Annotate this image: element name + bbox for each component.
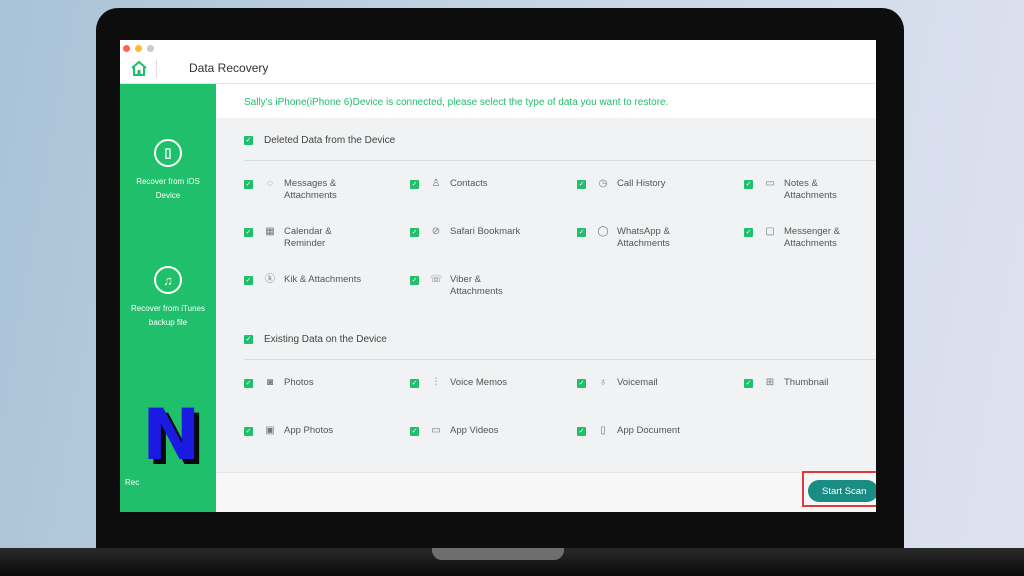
option-calendar[interactable]: ✓ ▦ Calendar & Reminder <box>244 226 354 250</box>
window-title: Data Recovery <box>189 61 269 75</box>
home-icon[interactable] <box>130 60 148 78</box>
option-label: Photos <box>284 377 314 388</box>
section-title: Existing Data on the Device <box>264 334 387 345</box>
phone-restore-icon: ▯ <box>154 139 182 167</box>
section-deleted-data[interactable]: ✓ Deleted Data from the Device <box>244 135 395 146</box>
option-checkbox[interactable]: ✓ <box>577 379 586 388</box>
section-checkbox[interactable]: ✓ <box>244 136 253 145</box>
whatsapp-icon: ◯ <box>597 226 609 237</box>
option-checkbox[interactable]: ✓ <box>244 427 253 436</box>
footer-bar <box>216 472 876 512</box>
option-notes[interactable]: ✓ ▭ Notes & Attachments <box>744 178 854 202</box>
main-content: Sally's iPhone(iPhone 6)Device is connec… <box>216 84 876 512</box>
option-checkbox[interactable]: ✓ <box>244 180 253 189</box>
option-messenger[interactable]: ✓ ▢ Messenger & Attachments <box>744 226 854 250</box>
option-label: Safari Bookmark <box>450 226 521 237</box>
option-label: Thumbnail <box>784 377 829 388</box>
laptop-notch <box>432 548 564 560</box>
option-photos[interactable]: ✓ ◙ Photos <box>244 377 354 389</box>
video-icon: ▭ <box>431 425 441 436</box>
overlay-logo: N <box>142 394 201 476</box>
option-label: Viber & Attachments <box>450 274 503 297</box>
option-checkbox[interactable]: ✓ <box>577 427 586 436</box>
option-label: Notes & Attachments <box>784 178 837 201</box>
option-label: Contacts <box>450 178 488 189</box>
document-icon: ▯ <box>600 425 606 436</box>
calendar-icon: ▦ <box>265 226 275 237</box>
section-divider <box>244 160 876 161</box>
section-title: Deleted Data from the Device <box>264 135 396 146</box>
close-window-button[interactable] <box>123 45 130 52</box>
contacts-icon: ♙ <box>431 178 441 189</box>
start-scan-button[interactable]: Start Scan <box>808 480 876 502</box>
option-checkbox[interactable]: ✓ <box>744 379 753 388</box>
section-checkbox[interactable]: ✓ <box>244 335 253 344</box>
option-label: Voicemail <box>617 377 658 388</box>
option-call-history[interactable]: ✓ ◷ Call History <box>577 178 687 190</box>
sidebar-item-recover-ios[interactable]: ▯ Recover from iOS Device <box>120 139 216 203</box>
viber-icon: ☏ <box>430 274 443 285</box>
message-icon: ◌ <box>267 178 273 189</box>
option-checkbox[interactable]: ✓ <box>410 228 419 237</box>
option-thumbnail[interactable]: ✓ ⊞ Thumbnail <box>744 377 854 389</box>
option-checkbox[interactable]: ✓ <box>744 180 753 189</box>
option-checkbox[interactable]: ✓ <box>244 228 253 237</box>
option-checkbox[interactable]: ✓ <box>410 379 419 388</box>
option-label: WhatsApp & Attachments <box>617 226 670 249</box>
option-checkbox[interactable]: ✓ <box>577 228 586 237</box>
option-checkbox[interactable]: ✓ <box>577 180 586 189</box>
option-label: App Document <box>617 425 680 436</box>
title-divider <box>156 60 157 78</box>
option-app-photos[interactable]: ✓ ▣ App Photos <box>244 425 354 437</box>
option-checkbox[interactable]: ✓ <box>410 180 419 189</box>
app-window: Data Recovery ▯ Recover from iOS Device … <box>120 40 876 512</box>
clock-icon: ◷ <box>598 178 608 189</box>
image-icon: ▣ <box>265 425 275 436</box>
option-kik[interactable]: ✓ ⓚ Kik & Attachments <box>244 274 374 286</box>
thumbnail-icon: ⊞ <box>765 377 775 388</box>
camera-icon: ◙ <box>266 377 274 388</box>
option-contacts[interactable]: ✓ ♙ Contacts <box>410 178 520 190</box>
option-label: Voice Memos <box>450 377 508 388</box>
option-label: Messenger & Attachments <box>784 226 840 249</box>
sidebar: ▯ Recover from iOS Device ♫ Recover from… <box>120 84 216 512</box>
sidebar-item-label: Recover from iOS Device <box>136 177 200 200</box>
option-checkbox[interactable]: ✓ <box>244 379 253 388</box>
option-label: Calendar & Reminder <box>284 226 332 249</box>
data-type-panel: ✓ Deleted Data from the Device ✓ ◌ Messa… <box>216 118 876 472</box>
compass-icon: ⊘ <box>431 226 441 237</box>
option-messages[interactable]: ✓ ◌ Messages & Attachments <box>244 178 354 202</box>
option-app-document[interactable]: ✓ ▯ App Document <box>577 425 707 437</box>
title-bar: Data Recovery <box>120 40 876 84</box>
option-checkbox[interactable]: ✓ <box>410 276 419 285</box>
notes-icon: ▭ <box>765 178 775 189</box>
option-voicemail[interactable]: ✓ ♁ Voicemail <box>577 377 687 389</box>
option-app-videos[interactable]: ✓ ▭ App Videos <box>410 425 520 437</box>
zoom-window-button[interactable] <box>147 45 154 52</box>
waveform-icon: ⫶ <box>434 377 438 388</box>
sidebar-item-recover-itunes[interactable]: ♫ Recover from iTunes backup file <box>120 266 216 330</box>
option-whatsapp[interactable]: ✓ ◯ WhatsApp & Attachments <box>577 226 687 250</box>
option-label: App Videos <box>450 425 499 436</box>
sidebar-item-label: Recover from iTunes backup file <box>131 304 205 327</box>
option-voice-memos[interactable]: ✓ ⫶ Voice Memos <box>410 377 520 389</box>
section-existing-data[interactable]: ✓ Existing Data on the Device <box>244 334 387 345</box>
connection-notice: Sally's iPhone(iPhone 6)Device is connec… <box>216 84 876 118</box>
kik-icon: ⓚ <box>265 274 275 285</box>
option-checkbox[interactable]: ✓ <box>244 276 253 285</box>
music-note-icon: ♫ <box>154 266 182 294</box>
option-safari-bookmark[interactable]: ✓ ⊘ Safari Bookmark <box>410 226 540 238</box>
sidebar-item-recover-cloud[interactable]: Rec <box>125 478 139 487</box>
option-checkbox[interactable]: ✓ <box>744 228 753 237</box>
microphone-icon: ♁ <box>599 377 607 388</box>
section-divider <box>244 359 876 360</box>
messenger-icon: ▢ <box>765 226 775 237</box>
option-label: Call History <box>617 178 666 189</box>
option-label: Kik & Attachments <box>284 274 362 285</box>
option-label: App Photos <box>284 425 334 436</box>
minimize-window-button[interactable] <box>135 45 142 52</box>
option-checkbox[interactable]: ✓ <box>410 427 419 436</box>
option-label: Messages & Attachments <box>284 178 337 201</box>
option-viber[interactable]: ✓ ☏ Viber & Attachments <box>410 274 520 298</box>
